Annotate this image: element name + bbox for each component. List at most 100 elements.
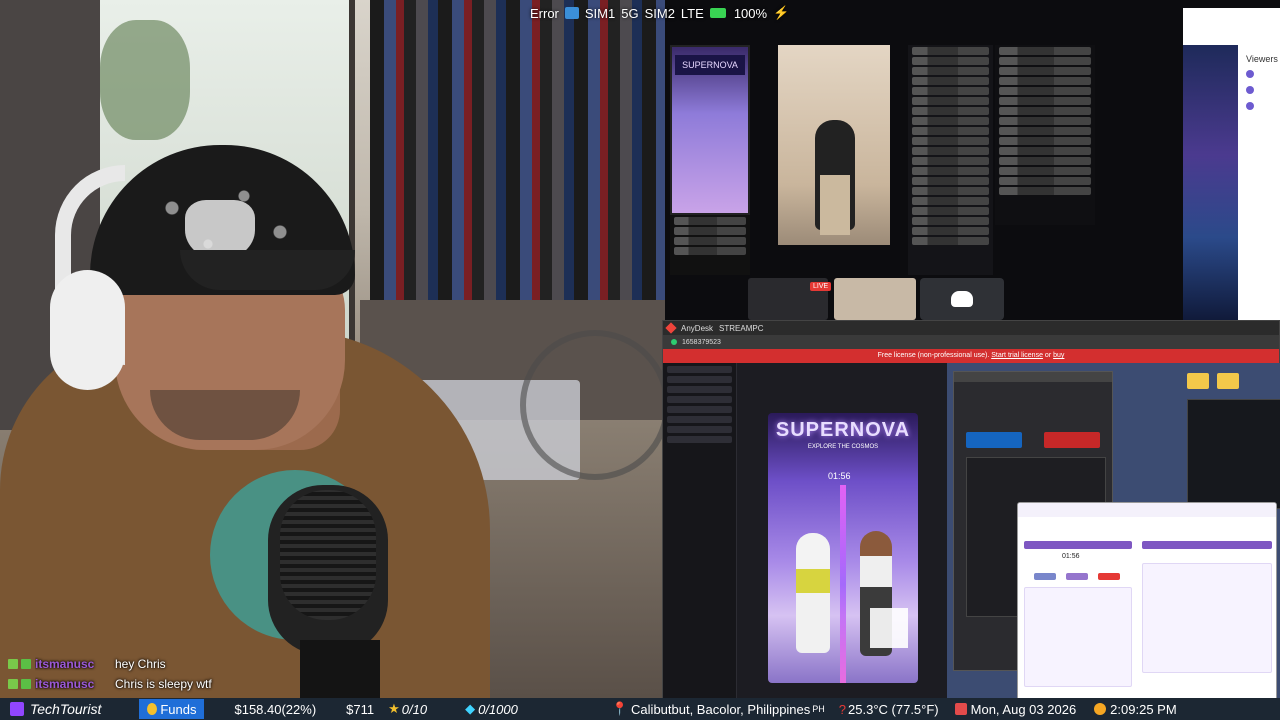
viewer-item[interactable] bbox=[1246, 86, 1254, 94]
chat-text: hey Chris bbox=[115, 657, 166, 671]
webcam-thumbnail[interactable] bbox=[834, 278, 916, 320]
avatar bbox=[1246, 102, 1254, 110]
star-icon: ★ bbox=[388, 701, 400, 716]
sidebar-item[interactable] bbox=[667, 366, 732, 373]
signal-icon bbox=[564, 7, 579, 19]
live-badge: LIVE bbox=[810, 282, 832, 291]
tree-outside bbox=[100, 20, 190, 140]
weather: ? 25.3°C (77.5°F) bbox=[839, 698, 939, 720]
chat-row bbox=[912, 187, 989, 195]
battery-icon bbox=[709, 8, 726, 18]
funds-badge: Funds bbox=[139, 699, 205, 719]
sim2-network: LTE bbox=[680, 5, 704, 21]
anydesk-window[interactable]: AnyDesk STREAMPC 1658379523 Free license… bbox=[662, 320, 1280, 720]
dashboard-tabs bbox=[1018, 503, 1276, 517]
chat-row bbox=[912, 177, 989, 185]
activity-panel[interactable] bbox=[995, 45, 1095, 225]
moderator-badge-icon bbox=[21, 679, 31, 689]
trial-license-link[interactable]: Start trial license bbox=[991, 352, 1043, 359]
activity-row bbox=[999, 187, 1091, 195]
clock-icon bbox=[1094, 703, 1107, 715]
list-item[interactable] bbox=[674, 237, 746, 245]
gems-counter: ◆ 0/1000 bbox=[465, 698, 518, 720]
sidebar-item[interactable] bbox=[667, 406, 732, 413]
remote-desktop[interactable]: SUPERNOVA EXPLORE THE COSMOS 01:56 01:56 bbox=[663, 363, 1280, 720]
stars-counter: ★ 0/10 bbox=[388, 698, 427, 720]
viewer-item[interactable] bbox=[1246, 102, 1254, 110]
dashboard-button[interactable] bbox=[1066, 573, 1088, 580]
discord-icon bbox=[951, 291, 973, 307]
chat-message: itsmanusc hey Chris bbox=[8, 654, 308, 674]
activity-row bbox=[999, 127, 1091, 135]
chat-row bbox=[912, 107, 989, 115]
headphones-cup bbox=[50, 270, 125, 390]
chat-username: itsmanusc bbox=[35, 677, 95, 691]
location-text: Calibutbut, Bacolor, Philippines bbox=[631, 701, 811, 717]
tab-streampc[interactable]: STREAMPC bbox=[719, 324, 763, 333]
sidebar-item[interactable] bbox=[667, 436, 732, 443]
discord-button[interactable] bbox=[920, 278, 1004, 320]
weather-text: 25.3°C (77.5°F) bbox=[848, 701, 939, 717]
subscriber-badge-icon bbox=[8, 679, 18, 689]
chat-message: itsmanusc Chris is sleepy wtf bbox=[8, 674, 308, 694]
banner-or: or bbox=[1044, 352, 1052, 359]
amount-value: $711 bbox=[346, 701, 375, 717]
battery-level: 100% bbox=[733, 5, 768, 21]
microphone-grill bbox=[280, 490, 376, 620]
app-name: AnyDesk bbox=[681, 323, 714, 333]
chat-row bbox=[912, 217, 989, 225]
date-text: Mon, Aug 03 2026 bbox=[970, 701, 1077, 717]
sidebar-item[interactable] bbox=[667, 376, 732, 383]
activity-row bbox=[999, 57, 1091, 65]
dashboard-button[interactable] bbox=[1034, 573, 1056, 580]
weather-icon: ? bbox=[838, 701, 847, 717]
chat-row bbox=[912, 157, 989, 165]
section-header bbox=[1142, 541, 1272, 549]
sim1-network: 5G bbox=[621, 5, 639, 21]
preview-title: SUPERNOVA bbox=[775, 419, 911, 441]
chat-row bbox=[912, 207, 989, 215]
activity-row bbox=[999, 147, 1091, 155]
twitch-icon bbox=[10, 702, 24, 716]
viewer-item[interactable] bbox=[1246, 70, 1254, 78]
live-chat-panel[interactable] bbox=[908, 45, 993, 275]
activity-row bbox=[999, 107, 1091, 115]
sidebar-item[interactable] bbox=[667, 416, 732, 423]
task-manager-window[interactable] bbox=[1187, 399, 1280, 509]
buy-link[interactable]: buy bbox=[1053, 352, 1064, 359]
license-banner: Free license (non-professional use). Sta… bbox=[663, 349, 1279, 363]
folder-icon[interactable] bbox=[1187, 373, 1209, 389]
sidebar-item[interactable] bbox=[667, 396, 732, 403]
game-dashboard[interactable]: 01:56 bbox=[1017, 502, 1277, 720]
connected-icon bbox=[671, 339, 677, 345]
list-item[interactable] bbox=[674, 247, 746, 255]
chat-row bbox=[912, 117, 989, 125]
calendar-icon bbox=[954, 703, 967, 715]
remote-address[interactable]: 1658379523 bbox=[682, 339, 721, 346]
preview-subtitle: EXPLORE THE COSMOS bbox=[807, 444, 879, 450]
anydesk-titlebar: AnyDesk STREAMPC bbox=[663, 321, 1279, 335]
lightning-icon: ⚡ bbox=[773, 5, 790, 20]
dashboard-timer: 01:56 bbox=[1062, 553, 1080, 560]
section-header bbox=[1024, 541, 1132, 549]
sidebar-item[interactable] bbox=[667, 426, 732, 433]
list-item[interactable] bbox=[674, 227, 746, 235]
activity-row bbox=[999, 157, 1091, 165]
time-text: 2:09:25 PM bbox=[1110, 701, 1177, 717]
folder-icon[interactable] bbox=[1217, 373, 1240, 389]
funds-value: $158.40(22%) bbox=[234, 701, 317, 717]
results-card bbox=[1142, 563, 1272, 673]
activity-row bbox=[999, 137, 1091, 145]
dashboard-button[interactable] bbox=[1098, 573, 1120, 580]
avatar bbox=[1246, 86, 1254, 94]
sidebar-item[interactable] bbox=[667, 386, 732, 393]
activity-row bbox=[999, 87, 1091, 95]
list-item[interactable] bbox=[674, 217, 746, 225]
blue-button[interactable] bbox=[966, 432, 1022, 448]
pin-icon: 📍 bbox=[611, 701, 629, 716]
chat-row bbox=[912, 137, 989, 145]
phone-status-bar: Error SIM1 5G SIM2 LTE 100% ⚡ bbox=[530, 2, 789, 24]
sim2-label: SIM2 bbox=[644, 5, 675, 21]
chat-row bbox=[912, 67, 989, 75]
red-button[interactable] bbox=[1044, 432, 1100, 448]
